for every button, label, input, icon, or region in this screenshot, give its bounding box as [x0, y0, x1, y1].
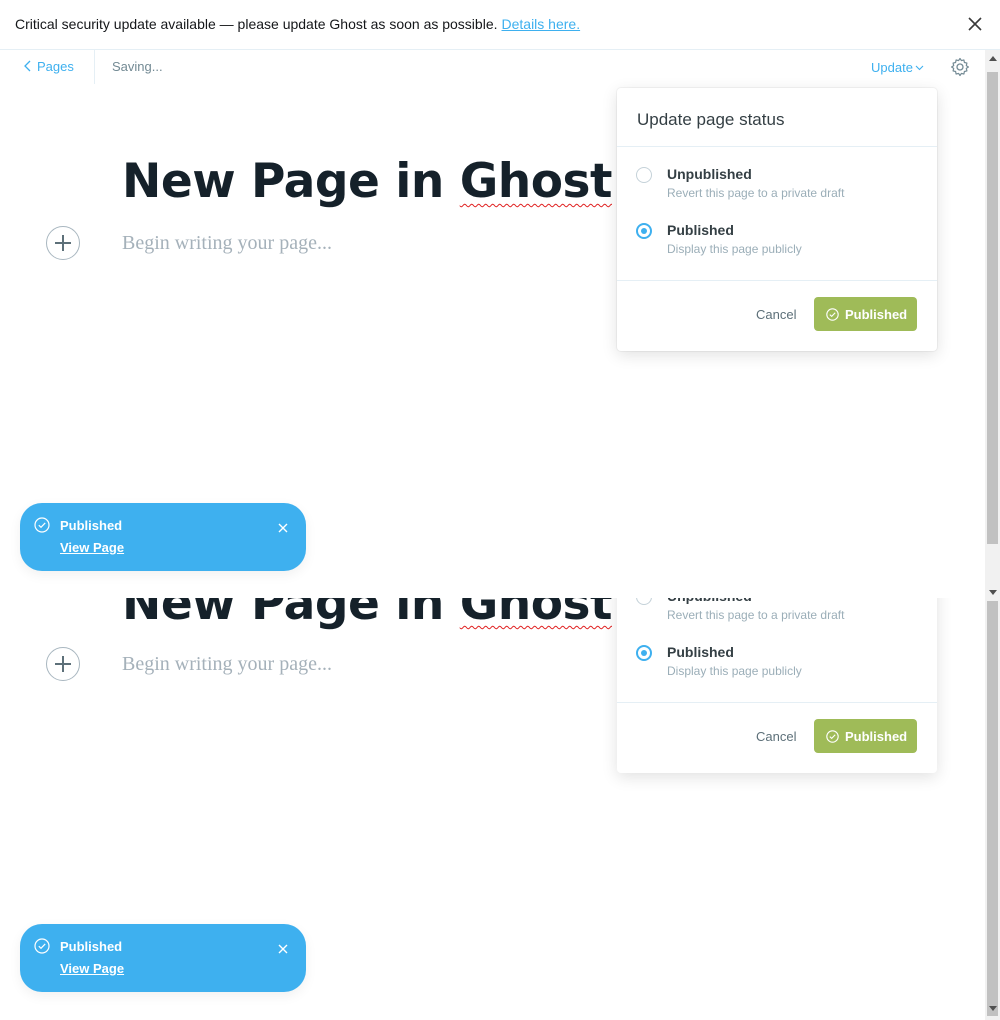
- popover-footer: Cancel Published: [617, 281, 937, 351]
- option-label: Published: [667, 222, 734, 238]
- cancel-button[interactable]: Cancel: [756, 307, 796, 322]
- view-page-link[interactable]: View Page: [60, 961, 124, 976]
- toast-title: Published: [60, 939, 123, 954]
- option-description: Revert this page to a private draft: [667, 186, 845, 200]
- settings-gear-icon[interactable]: [950, 57, 970, 77]
- title-text-b: Ghost: [459, 154, 613, 209]
- published-button-label: Published: [845, 307, 908, 322]
- option-unpublished[interactable]: Unpublished Revert this page to a privat…: [636, 166, 916, 206]
- save-status: Saving...: [112, 59, 163, 74]
- popover-footer: Cancel Published: [617, 703, 937, 773]
- scroll-down-arrow-icon-lower[interactable]: [989, 1006, 997, 1011]
- option-description: Display this page publicly: [667, 664, 802, 678]
- check-circle-icon: [826, 730, 839, 743]
- scroll-up-arrow-icon[interactable]: [989, 56, 997, 61]
- popover-header: Update page status: [617, 88, 937, 147]
- published-button[interactable]: Published: [814, 719, 917, 753]
- update-dropdown-button[interactable]: Update: [871, 60, 924, 75]
- option-published[interactable]: Published Display this page publicly: [636, 222, 916, 262]
- published-button-label: Published: [845, 729, 908, 744]
- publish-menu-popover: Update page status Unpublished Revert th…: [617, 598, 937, 773]
- option-label: Unpublished: [667, 166, 752, 182]
- add-card-plus-icon[interactable]: [46, 647, 80, 681]
- option-label: Published: [667, 644, 734, 660]
- option-unpublished[interactable]: Unpublished Revert this page to a privat…: [636, 598, 916, 628]
- body-placeholder[interactable]: Begin writing your page...: [122, 232, 332, 255]
- check-circle-icon: [34, 938, 50, 954]
- check-circle-icon: [826, 308, 839, 321]
- add-card-plus-icon[interactable]: [46, 226, 80, 260]
- status-options: Unpublished Revert this page to a privat…: [617, 598, 937, 703]
- option-description: Revert this page to a private draft: [667, 608, 845, 622]
- radio-published[interactable]: [636, 223, 652, 239]
- option-published[interactable]: Published Display this page publicly: [636, 644, 916, 684]
- title-text-a: New Page in: [122, 598, 460, 631]
- toast-close-icon[interactable]: [278, 941, 288, 954]
- radio-unpublished[interactable]: [636, 598, 652, 605]
- option-label: Unpublished: [667, 598, 752, 604]
- scrollbar-thumb[interactable]: [987, 72, 998, 544]
- editor-toolbar: Pages Saving... Update: [0, 50, 985, 84]
- update-button-label: Update: [871, 60, 913, 75]
- published-toast: Published View Page: [20, 924, 306, 992]
- back-to-pages-link[interactable]: Pages: [24, 59, 74, 74]
- scroll-down-arrow-icon[interactable]: [989, 590, 997, 595]
- cancel-button[interactable]: Cancel: [756, 729, 796, 744]
- toast-close-icon[interactable]: [278, 520, 288, 533]
- popover-title: Update page status: [637, 110, 785, 129]
- banner-message-row: Critical security update available — ple…: [15, 16, 580, 32]
- body-placeholder[interactable]: Begin writing your page...: [122, 653, 332, 676]
- vertical-scrollbar[interactable]: [985, 50, 1000, 1020]
- chevron-left-icon: [24, 60, 31, 72]
- option-description: Display this page publicly: [667, 242, 802, 256]
- chevron-down-icon: [915, 65, 924, 71]
- check-circle-icon: [34, 517, 50, 533]
- title-text-b: Ghost: [459, 598, 613, 631]
- editor-view-scrolled: New Page in Ghost - tit Begin writing yo…: [0, 598, 985, 1020]
- published-button[interactable]: Published: [814, 297, 917, 331]
- radio-published[interactable]: [636, 645, 652, 661]
- status-options: Unpublished Revert this page to a privat…: [617, 147, 937, 281]
- toast-title: Published: [60, 518, 123, 533]
- banner-close-icon[interactable]: [966, 15, 984, 33]
- publish-menu-popover: Update page status Unpublished Revert th…: [617, 88, 937, 351]
- toolbar-divider: [94, 50, 95, 84]
- banner-details-link[interactable]: Details here.: [502, 16, 581, 32]
- back-link-label: Pages: [37, 59, 74, 74]
- radio-unpublished[interactable]: [636, 167, 652, 183]
- banner-message: Critical security update available — ple…: [15, 16, 498, 32]
- scrollbar-thumb-lower[interactable]: [987, 601, 998, 1016]
- published-toast: Published View Page: [20, 503, 306, 571]
- title-text-a: New Page in: [122, 154, 460, 209]
- view-page-link[interactable]: View Page: [60, 540, 124, 555]
- security-update-banner: Critical security update available — ple…: [0, 0, 1000, 50]
